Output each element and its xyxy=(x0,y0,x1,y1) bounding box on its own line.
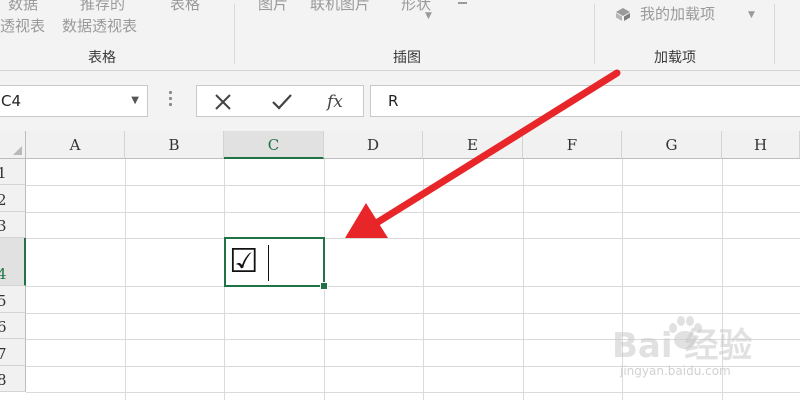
row-header-2[interactable]: 2 xyxy=(0,185,26,212)
ribbon: 数据 透视表 推荐的 数据透视表 表格 图片 联机图片 形状 ▼ 我的加载项 ▼… xyxy=(0,0,800,71)
select-all-icon xyxy=(13,146,22,155)
checkbox-checked-icon: ☑ xyxy=(229,241,259,280)
close-icon[interactable] xyxy=(213,92,233,117)
column-header-a[interactable]: A xyxy=(26,131,125,159)
fill-handle[interactable] xyxy=(320,282,328,290)
column-header-b[interactable]: B xyxy=(125,131,224,159)
ribbon-pictures-button[interactable]: 图片 xyxy=(258,0,288,13)
ribbon-recommended-pivot-line1[interactable]: 推荐的 xyxy=(80,0,125,13)
gridline xyxy=(523,159,524,400)
ribbon-more-icon[interactable] xyxy=(458,2,467,4)
checkmark-icon[interactable] xyxy=(271,92,293,117)
ribbon-recommended-pivot-line2[interactable]: 数据透视表 xyxy=(62,18,137,35)
ribbon-group-separator xyxy=(774,4,775,64)
formula-buttons: fx xyxy=(196,85,364,117)
formula-value[interactable]: R xyxy=(388,92,398,110)
select-all-button[interactable] xyxy=(0,131,26,159)
gridline xyxy=(26,286,800,287)
row-header-4[interactable]: 4 xyxy=(0,238,26,286)
row-header-3[interactable]: 3 xyxy=(0,212,26,238)
my-addins-button[interactable]: 我的加载项 xyxy=(640,6,715,23)
insert-function-button[interactable]: fx xyxy=(327,92,343,112)
gridline xyxy=(26,238,800,239)
watermark-url: jingyan.baidu.com xyxy=(620,364,731,378)
group-label-addins: 加载项 xyxy=(654,50,696,66)
gridline xyxy=(26,392,800,393)
gridline xyxy=(423,159,424,400)
name-box-dropdown-icon[interactable]: ▼ xyxy=(131,95,139,106)
ribbon-online-pictures-button[interactable]: 联机图片 xyxy=(310,0,370,13)
row-header-5[interactable]: 5 xyxy=(0,286,26,313)
column-header-f[interactable]: F xyxy=(523,131,622,159)
column-header-h[interactable]: H xyxy=(722,131,800,159)
gridline xyxy=(26,185,800,186)
my-addins-dropdown-icon[interactable]: ▼ xyxy=(748,10,755,20)
row-header-8[interactable]: 8 xyxy=(0,366,26,392)
row-header-7[interactable]: 7 xyxy=(0,339,26,366)
group-label-tables: 表格 xyxy=(88,50,116,66)
ribbon-group-separator xyxy=(234,4,235,64)
row-header-6[interactable]: 6 xyxy=(0,313,26,339)
store-addin-icon xyxy=(616,8,630,21)
ribbon-group-separator xyxy=(594,4,595,64)
drag-handle-icon[interactable] xyxy=(169,91,173,109)
ribbon-pivot-table-line2[interactable]: 透视表 xyxy=(0,18,45,35)
column-header-c[interactable]: C xyxy=(224,131,324,159)
watermark-logo: Bai 经验 xyxy=(612,326,753,366)
formula-input[interactable]: R xyxy=(370,85,800,117)
formula-bar-row: C4 ▼ fx R xyxy=(0,71,800,131)
row-header-1[interactable]: 1 xyxy=(0,159,26,185)
ribbon-table-button[interactable]: 表格 xyxy=(170,0,200,13)
column-header-e[interactable]: E xyxy=(423,131,523,159)
ribbon-pivot-table-line1[interactable]: 数据 xyxy=(8,0,38,13)
column-header-d[interactable]: D xyxy=(324,131,423,159)
column-header-g[interactable]: G xyxy=(622,131,722,159)
name-box-value[interactable]: C4 xyxy=(1,92,21,110)
shapes-dropdown-icon[interactable]: ▼ xyxy=(425,11,432,21)
text-cursor xyxy=(268,245,269,281)
name-box[interactable]: C4 ▼ xyxy=(0,85,148,117)
group-label-illustrations: 插图 xyxy=(393,50,421,66)
gridline xyxy=(125,159,126,400)
gridline xyxy=(26,212,800,213)
